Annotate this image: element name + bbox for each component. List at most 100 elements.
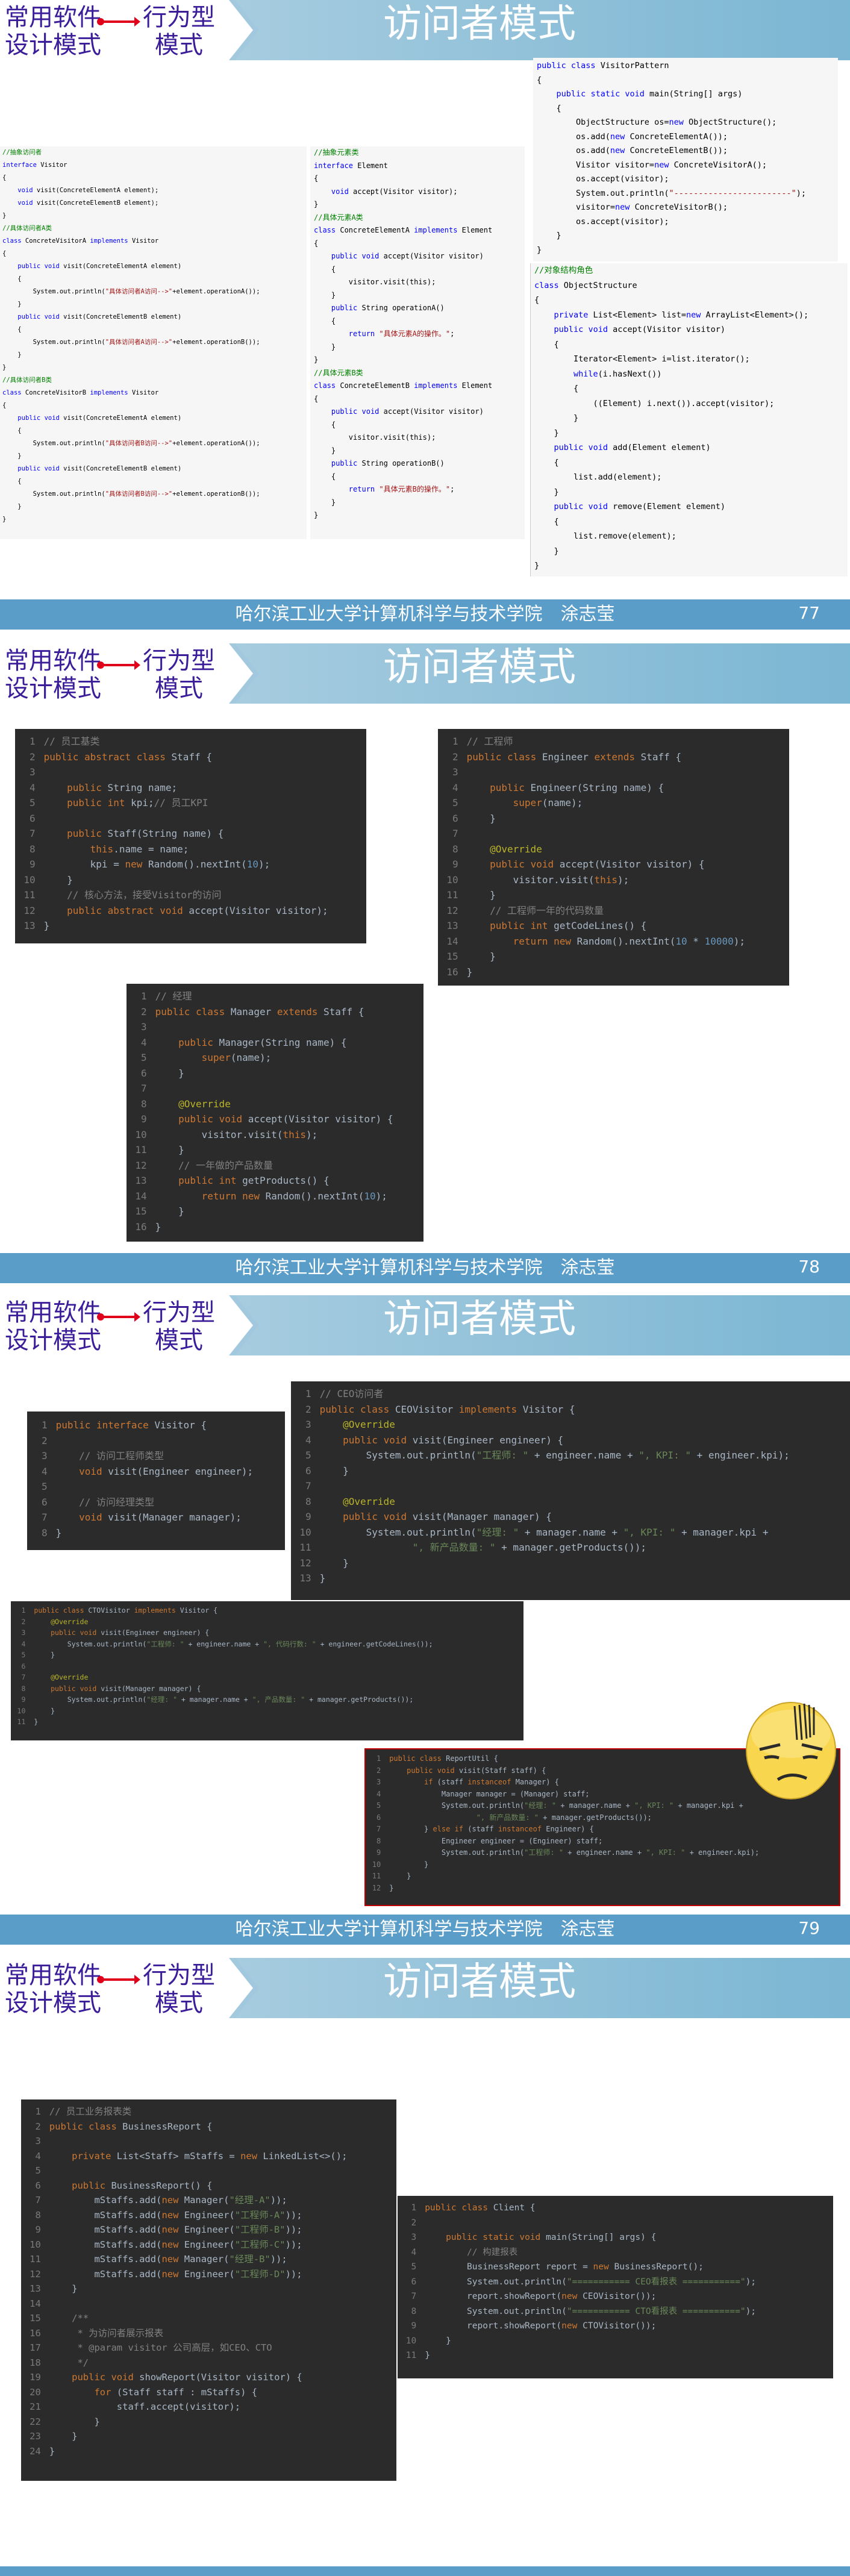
code-line: System.out.println("具体访问者A访问-->"+element… (2, 339, 260, 346)
code-line: 1 public class CTOVisitor implements Visi… (21, 1606, 218, 1615)
code-line: class ConcreteVisitorB implements Visito… (2, 389, 159, 396)
code-line: 3 (140, 1021, 147, 1033)
code-line: public void accept(Visitor visitor) (331, 407, 484, 416)
code-line: 11 ", 新产品数量: " + manager.getProducts()); (299, 1542, 646, 1553)
code-line: { (314, 239, 319, 248)
code-line: 4 public Engineer(String name) { (452, 781, 664, 793)
code-line: public String operationA() (331, 304, 445, 312)
code-line: 7 @Override (21, 1673, 89, 1681)
slide-footer: 哈尔滨工业大学计算机科学与技术学院 涂志莹 78 (0, 1253, 850, 1283)
code-line: 4 System.out.println("工程师: " + engineer.… (21, 1639, 433, 1648)
code-line: 11 } (135, 1144, 184, 1155)
slide-79: 常用软件 设计模式 行为型 模式 访问者模式 1 public interface V… (0, 1295, 850, 1947)
code-line: { (2, 402, 7, 409)
code-line: 4 public String name; (29, 781, 178, 793)
code-line: interface Visitor (2, 161, 67, 169)
code-line: { (534, 457, 559, 467)
code-line: 18 */ (30, 2357, 89, 2368)
code-line: 1// 经理 (140, 990, 192, 1002)
code-line: 2 public class CEOVisitor implements Visi… (305, 1403, 575, 1415)
code-line: 2 public abstract class Staff { (29, 751, 212, 763)
footer-institution: 哈尔滨工业大学计算机科学与技术学院 涂志莹 (235, 1919, 615, 1940)
category-label: 行为型 模式 (143, 4, 215, 59)
code-line: public void accept(Visitor visitor) (331, 252, 484, 260)
code-line: 9 System.out.println("经理: " + manager.na… (21, 1695, 414, 1704)
code-line: 10 } (23, 874, 73, 886)
code-line: { (2, 478, 22, 485)
brand-label: 常用软件 设计模式 (5, 647, 101, 702)
code-line: 6 (21, 1662, 26, 1671)
code-line: { (534, 295, 540, 305)
code-line: 14 return new Random().nextInt(10); (135, 1190, 387, 1202)
code-line: 10 visitor.visit(this); (446, 874, 630, 886)
page-number: 77 (798, 603, 820, 623)
code-line: { (314, 394, 319, 403)
code-line: { (534, 339, 559, 349)
code-line: 13} (299, 1572, 326, 1584)
code-line: } (314, 355, 319, 364)
code-block-ceo-visitor: 1// CEO访问者 2 public class CEOVisitor imple… (291, 1381, 850, 1600)
code-line: 8 System.out.println("=========== CTO看报表… (411, 2306, 757, 2316)
code-line: } (534, 487, 559, 497)
code-line: 9 public void accept(Visitor visitor) { (452, 858, 705, 870)
code-line: list.add(element); (534, 472, 662, 482)
code-line: { (2, 174, 7, 181)
code-line: //抽象元素类 (314, 148, 359, 157)
code-line: 15 /** (30, 2313, 89, 2324)
code-line: 8 mStaffs.add(new Engineer("工程师-A")); (35, 2209, 302, 2221)
code-line: 16} (446, 966, 473, 978)
code-line: return "具体元素B的操作。"; (348, 485, 455, 493)
code-line: public void visit(ConcreteElementB eleme… (17, 313, 182, 320)
code-line: 4 private List<Staff> mStaffs = new Link… (35, 2150, 348, 2162)
code-line: os.add(new ConcreteElementA()); (537, 131, 728, 142)
code-line: } (537, 245, 542, 255)
code-block-staff: 1// 员工基类 2 public abstract class Staff {3 4… (15, 729, 366, 943)
code-line: } (314, 200, 319, 208)
code-line: visitor.visit(this); (314, 433, 436, 442)
code-line: 10 System.out.println("经理: " + manager.n… (299, 1526, 769, 1538)
code-line: 2 public class Manager extends Staff { (140, 1005, 364, 1018)
code-line: visitor.visit(this); (314, 278, 436, 286)
code-line: 12 public abstract void accept(Visitor v… (23, 904, 328, 916)
slide-footer: 哈尔滨工业大学计算机科学与技术学院 涂志莹 77 (0, 599, 850, 630)
code-line: 6 // 访问经理类型 (41, 1496, 155, 1508)
code-block-client: 1 public class Client {2 3 public static v… (398, 2196, 833, 2378)
code-line: //对象结构角色 (534, 266, 593, 275)
code-line: 23 } (30, 2431, 78, 2442)
code-line: 13} (23, 920, 50, 931)
code-line: 4 public void visit(Engineer engineer) { (305, 1434, 564, 1446)
code-line: { (2, 275, 22, 283)
code-line: 12} (372, 1883, 394, 1892)
code-line: { (2, 250, 7, 257)
code-line: 3 (452, 766, 458, 778)
code-line: { (534, 384, 579, 393)
code-line: list.remove(element); (534, 531, 677, 541)
code-line: 16} (135, 1221, 161, 1233)
brand-label: 常用软件 设计模式 (5, 1299, 101, 1354)
code-line: 8 this.name = name; (29, 843, 189, 855)
code-line: 3 public void visit(Engineer engineer) { (21, 1628, 210, 1637)
code-line: 6 ", 新产品数量: " + manager.getProducts()); (376, 1813, 652, 1822)
code-line: 11} (17, 1718, 39, 1726)
code-line: { (2, 326, 22, 333)
code-line: { (534, 516, 559, 527)
code-line: ObjectStructure os=new ObjectStructure()… (537, 117, 777, 127)
code-line: 8 @Override (452, 843, 542, 855)
code-line: 5 super(name); (452, 797, 583, 808)
code-line: ((Element) i.next()).accept(visitor); (534, 398, 775, 408)
code-line: 5 } (21, 1651, 55, 1659)
code-line: } (314, 511, 319, 519)
code-line: private List<Element> list=new ArrayList… (554, 310, 809, 320)
code-line: 15 } (135, 1205, 184, 1217)
code-line: public String operationB() (331, 459, 445, 467)
code-block-manager: 1// 经理 2 public class Manager extends Staf… (127, 984, 423, 1242)
arrow-icon (97, 1312, 140, 1322)
code-line: //具体元素A类 (314, 213, 363, 222)
code-line: 14 return new Random().nextInt(10 * 1000… (446, 935, 745, 947)
category-label: 行为型 模式 (143, 647, 215, 702)
code-line: 14 (30, 2298, 41, 2309)
code-line: 4 public Manager(String name) { (140, 1036, 347, 1048)
category-label: 行为型 模式 (143, 1299, 215, 1354)
code-line: 5 public int kpi;// 员工KPI (29, 797, 208, 808)
code-line: 13 public int getCodeLines() { (446, 920, 647, 931)
